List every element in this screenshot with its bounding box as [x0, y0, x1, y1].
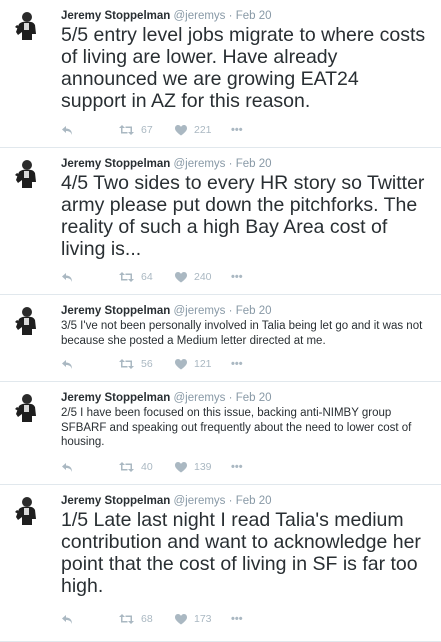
separator: · [228, 158, 233, 170]
retweet-count: 64 [141, 271, 153, 283]
like-count: 221 [194, 124, 212, 136]
like-count: 139 [194, 461, 212, 473]
reply-icon [62, 462, 72, 472]
author-name[interactable]: Jeremy Stoppelman [61, 392, 170, 404]
retweet-icon [119, 272, 134, 282]
reply-button[interactable] [61, 462, 119, 473]
retweet-button[interactable]: 68 [119, 613, 175, 625]
tweet-actions: 68 173 ••• [61, 612, 243, 626]
author-handle[interactable]: @jeremys [174, 305, 226, 317]
separator: · [228, 495, 233, 507]
more-button[interactable]: ••• [231, 271, 243, 283]
tweet[interactable]: Jeremy Stoppelman @jeremys · Feb 20 3/5 … [0, 295, 441, 382]
heart-icon [175, 461, 187, 472]
like-count: 121 [194, 358, 212, 370]
more-dots-icon: ••• [231, 271, 243, 283]
retweet-icon [119, 359, 134, 369]
tweet-header: Jeremy Stoppelman @jeremys · Feb 20 [61, 9, 429, 23]
author-handle[interactable]: @jeremys [174, 392, 226, 404]
retweet-button[interactable]: 64 [119, 271, 175, 283]
like-button[interactable]: 221 [175, 124, 231, 136]
tweet-text: 2/5 I have been focused on this issue, b… [61, 407, 412, 448]
retweet-icon [119, 614, 134, 624]
author-name[interactable]: Jeremy Stoppelman [61, 10, 170, 22]
avatar[interactable] [10, 10, 42, 42]
tweet-header: Jeremy Stoppelman @jeremys · Feb 20 [61, 391, 429, 405]
tweet-header: Jeremy Stoppelman @jeremys · Feb 20 [61, 304, 429, 318]
like-button[interactable]: 139 [175, 461, 231, 473]
retweet-count: 67 [141, 124, 153, 136]
author-handle[interactable]: @jeremys [174, 495, 226, 507]
tweet-date[interactable]: Feb 20 [236, 495, 272, 507]
retweet-count: 56 [141, 358, 153, 370]
like-button[interactable]: 173 [175, 613, 231, 625]
heart-icon [175, 613, 187, 624]
heart-icon [175, 358, 187, 369]
author-handle[interactable]: @jeremys [174, 158, 226, 170]
tweet-date[interactable]: Feb 20 [236, 392, 272, 404]
tweet-actions: 40 139 ••• [61, 460, 243, 474]
more-button[interactable]: ••• [231, 461, 243, 473]
more-dots-icon: ••• [231, 461, 243, 473]
tweet-actions: 67 221 ••• [61, 123, 243, 137]
author-name[interactable]: Jeremy Stoppelman [61, 305, 170, 317]
reply-icon [62, 272, 72, 282]
avatar[interactable] [10, 158, 42, 190]
avatar[interactable] [10, 392, 42, 424]
retweet-button[interactable]: 67 [119, 124, 175, 136]
separator: · [228, 10, 233, 22]
reply-button[interactable] [61, 125, 119, 136]
tweet-header: Jeremy Stoppelman @jeremys · Feb 20 [61, 494, 429, 508]
author-name[interactable]: Jeremy Stoppelman [61, 495, 170, 507]
avatar[interactable] [10, 305, 42, 337]
more-button[interactable]: ••• [231, 124, 243, 136]
tweet-actions: 56 121 ••• [61, 357, 243, 371]
heart-icon [175, 124, 187, 135]
tweet-date[interactable]: Feb 20 [236, 158, 272, 170]
tweet-date[interactable]: Feb 20 [236, 10, 272, 22]
reply-button[interactable] [61, 359, 119, 370]
reply-button[interactable] [61, 614, 119, 625]
tweet-text: 3/5 I've not been personally involved in… [61, 320, 423, 347]
tweet[interactable]: Jeremy Stoppelman @jeremys · Feb 20 4/5 … [0, 148, 441, 295]
tweet-header: Jeremy Stoppelman @jeremys · Feb 20 [61, 157, 429, 171]
reply-icon [62, 359, 72, 369]
tweet-text: 1/5 Late last night I read Talia's mediu… [61, 509, 421, 597]
more-button[interactable]: ••• [231, 613, 243, 625]
heart-icon [175, 271, 187, 282]
author-handle[interactable]: @jeremys [174, 10, 226, 22]
retweet-button[interactable]: 40 [119, 461, 175, 473]
reply-icon [62, 614, 72, 624]
retweet-button[interactable]: 56 [119, 358, 175, 370]
more-dots-icon: ••• [231, 613, 243, 625]
reply-button[interactable] [61, 272, 119, 283]
more-dots-icon: ••• [231, 124, 243, 136]
tweet-text: 4/5 Two sides to every HR story so Twitt… [61, 172, 425, 260]
tweet-feed: Jeremy Stoppelman @jeremys · Feb 20 5/5 … [0, 0, 441, 642]
separator: · [228, 392, 233, 404]
tweet[interactable]: Jeremy Stoppelman @jeremys · Feb 20 5/5 … [0, 0, 441, 148]
like-count: 173 [194, 613, 212, 625]
author-name[interactable]: Jeremy Stoppelman [61, 158, 170, 170]
like-button[interactable]: 240 [175, 271, 231, 283]
retweet-count: 68 [141, 613, 153, 625]
retweet-icon [119, 462, 134, 472]
retweet-count: 40 [141, 461, 153, 473]
more-button[interactable]: ••• [231, 358, 243, 370]
tweet-text: 5/5 entry level jobs migrate to where co… [61, 24, 426, 112]
retweet-icon [119, 125, 134, 135]
tweet[interactable]: Jeremy Stoppelman @jeremys · Feb 20 1/5 … [0, 485, 441, 642]
reply-icon [62, 125, 72, 135]
separator: · [228, 305, 233, 317]
avatar[interactable] [10, 495, 42, 527]
tweet-actions: 64 240 ••• [61, 270, 243, 284]
tweet-date[interactable]: Feb 20 [236, 305, 272, 317]
like-count: 240 [194, 271, 212, 283]
more-dots-icon: ••• [231, 358, 243, 370]
like-button[interactable]: 121 [175, 358, 231, 370]
tweet[interactable]: Jeremy Stoppelman @jeremys · Feb 20 2/5 … [0, 382, 441, 485]
